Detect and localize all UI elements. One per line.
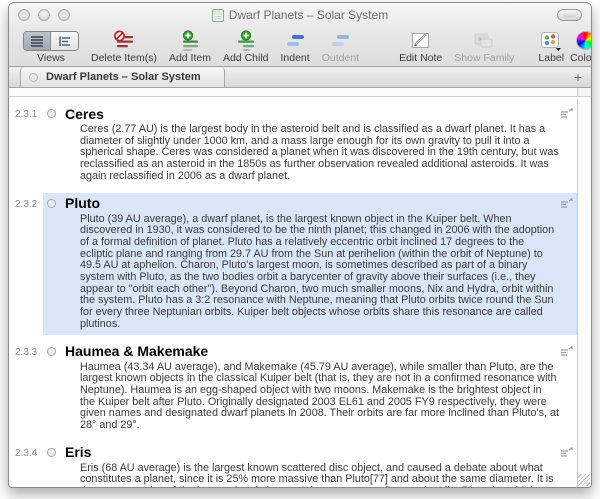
window-controls — [18, 9, 70, 21]
item-note[interactable]: Eris (68 AU average) is the largest know… — [80, 463, 559, 487]
item-number: 2.3.4 — [15, 448, 37, 459]
edit-note-label: Edit Note — [399, 52, 442, 64]
tab-bar: Dwarf Planets – Solar System + — [9, 67, 591, 88]
add-item-button[interactable]: Add Item — [169, 29, 211, 64]
indent-icon — [284, 31, 306, 51]
outline-view-icon — [57, 34, 73, 48]
edit-note-icon — [409, 30, 433, 52]
label-button[interactable]: Label — [538, 29, 564, 64]
item-handle-icon[interactable] — [47, 199, 56, 208]
colors-label: Colors — [570, 52, 592, 64]
indent-label: Indent — [281, 52, 310, 64]
item-number: 2.3.3 — [15, 347, 37, 358]
note-indicator-icon[interactable] — [560, 447, 573, 458]
color-wheel-icon — [576, 31, 592, 50]
item-title[interactable]: Ceres — [65, 106, 104, 122]
item-handle-icon[interactable] — [47, 347, 56, 356]
item-title[interactable]: Pluto — [65, 195, 100, 211]
new-tab-button[interactable]: + — [570, 67, 586, 87]
outline-item-ceres[interactable]: 2.3.1 Ceres Ceres (2.77 AU) is the large… — [43, 103, 583, 187]
list-view-segment[interactable] — [24, 32, 51, 50]
outline-item-eris[interactable]: 2.3.4 Eris Eris (68 AU average) is the l… — [43, 442, 583, 487]
scrollbar-corner — [577, 88, 591, 96]
item-note[interactable]: Pluto (39 AU average), a dwarf planet, i… — [80, 214, 559, 331]
show-family-label: Show Family — [454, 52, 514, 64]
toolbar: Views Delete Item(s) — [9, 27, 591, 67]
item-title[interactable]: Eris — [65, 444, 91, 460]
tab-status-icon[interactable] — [29, 73, 38, 82]
add-item-label: Add Item — [169, 52, 211, 64]
app-window: Dwarf Planets – Solar System — [8, 2, 592, 488]
outline-area: 2.3.1 Ceres Ceres (2.77 AU) is the large… — [9, 99, 591, 487]
outdent-icon — [329, 31, 351, 51]
zoom-window-button[interactable] — [58, 9, 70, 21]
note-indicator-icon[interactable] — [560, 108, 573, 119]
note-indicator-icon[interactable] — [560, 346, 573, 357]
views-label: Views — [37, 52, 65, 64]
views-segmented-icon[interactable] — [23, 31, 79, 51]
edit-note-button[interactable]: Edit Note — [399, 29, 442, 64]
outline-item-pluto[interactable]: 2.3.2 Pluto Pluto (39 AU average), a dwa… — [43, 193, 583, 335]
column-header-strip — [9, 88, 591, 97]
list-view-icon — [29, 34, 45, 48]
note-indicator-icon[interactable] — [560, 198, 573, 209]
item-handle-icon[interactable] — [47, 109, 56, 118]
vertical-scrollbar[interactable] — [577, 99, 591, 487]
delete-item-label: Delete Item(s) — [91, 52, 157, 64]
minimize-window-button[interactable] — [38, 9, 50, 21]
close-window-button[interactable] — [18, 9, 30, 21]
resize-grip[interactable] — [578, 474, 590, 486]
show-family-button[interactable]: Show Family — [454, 29, 514, 64]
window-title: Dwarf Planets – Solar System — [229, 8, 388, 22]
item-number: 2.3.2 — [15, 199, 37, 210]
title-bar: Dwarf Planets – Solar System — [9, 3, 591, 27]
colors-button[interactable]: Colors — [570, 29, 592, 64]
delete-item-icon — [112, 30, 136, 52]
add-child-label: Add Child — [223, 52, 269, 64]
show-family-icon — [471, 30, 497, 52]
delete-item-button[interactable]: Delete Item(s) — [91, 29, 157, 64]
add-child-icon — [235, 30, 257, 52]
add-item-icon — [179, 30, 201, 52]
views-control[interactable]: Views — [23, 29, 79, 64]
outline-item-haumea-makemake[interactable]: 2.3.3 Haumea & Makemake Haumea (43.34 AU… — [43, 341, 583, 436]
indent-button[interactable]: Indent — [281, 29, 310, 64]
document-icon — [212, 9, 224, 22]
tab-dwarf-planets[interactable]: Dwarf Planets – Solar System — [20, 67, 225, 87]
outdent-label: Outdent — [322, 52, 359, 64]
label-icon — [539, 30, 563, 52]
label-label: Label — [538, 52, 564, 64]
item-note[interactable]: Haumea (43.34 AU average), and Makemake … — [80, 362, 559, 432]
item-handle-icon[interactable] — [47, 448, 56, 457]
outdent-button[interactable]: Outdent — [322, 29, 359, 64]
outline-view-segment[interactable] — [51, 32, 78, 50]
item-number: 2.3.1 — [15, 109, 37, 120]
add-child-button[interactable]: Add Child — [223, 29, 269, 64]
tab-label: Dwarf Planets – Solar System — [46, 71, 201, 83]
item-title[interactable]: Haumea & Makemake — [65, 343, 208, 359]
item-note[interactable]: Ceres (2.77 AU) is the largest body in t… — [80, 124, 559, 183]
toolbar-toggle-pill-button[interactable] — [557, 9, 582, 21]
